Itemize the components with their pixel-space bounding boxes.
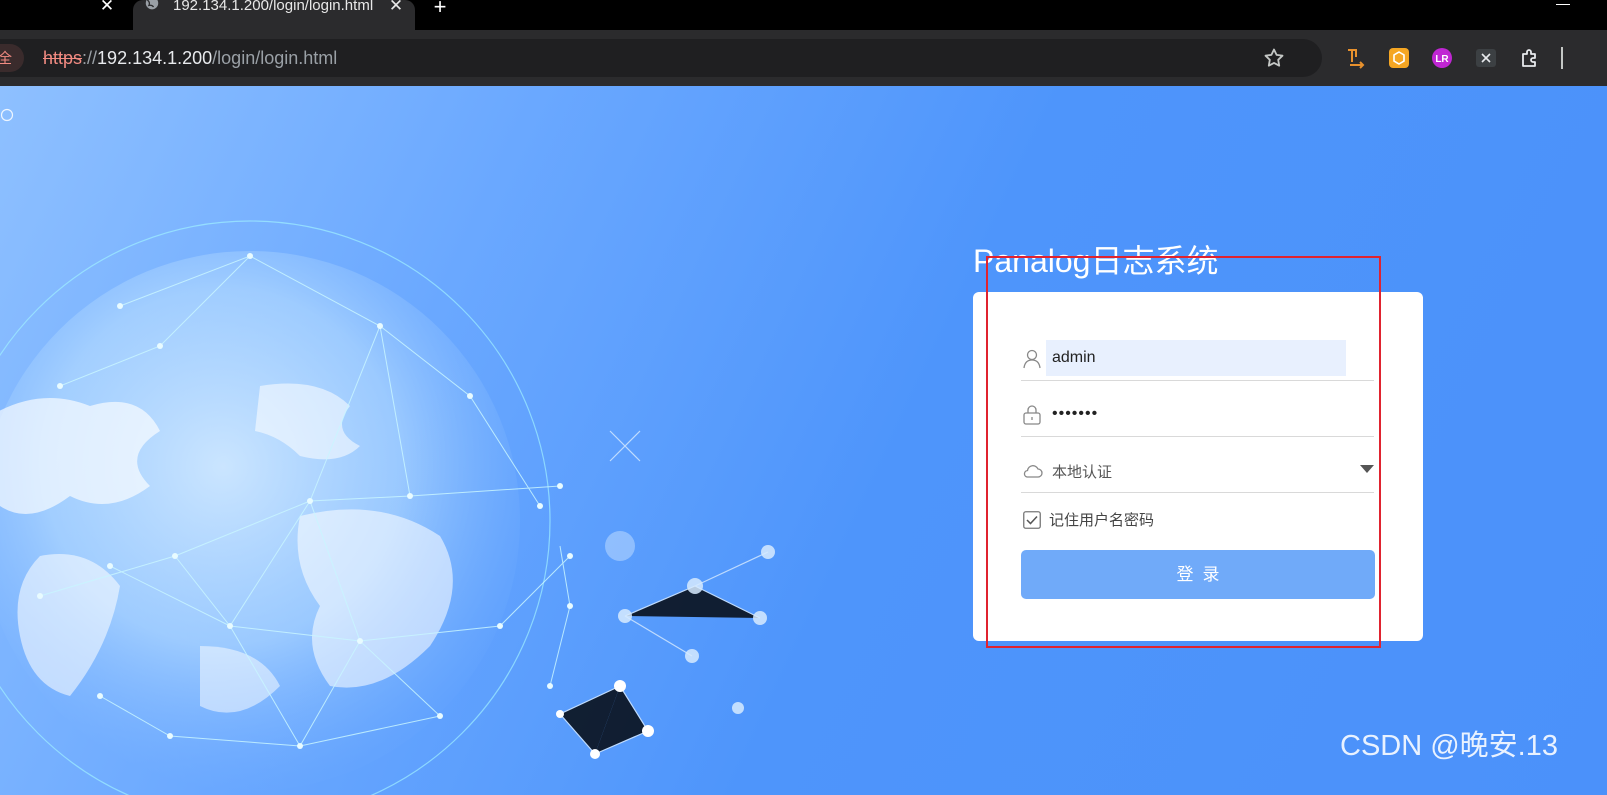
svg-text:LR: LR	[1435, 54, 1449, 65]
annotation-highlight-box	[986, 256, 1381, 648]
address-bar[interactable]: 安全 https://192.134.1.200/login/login.htm…	[0, 39, 1322, 77]
url-scheme: https	[43, 48, 83, 68]
previous-tab-close-icon[interactable]: ✕	[96, 0, 118, 22]
url-path: /login/login.html	[212, 48, 338, 68]
browser-toolbar: 安全 https://192.134.1.200/login/login.htm…	[0, 30, 1607, 86]
url-separator: ://	[82, 48, 98, 68]
security-chip[interactable]: 安全	[0, 44, 24, 72]
url-text[interactable]: https://192.134.1.200/login/login.html	[43, 47, 337, 69]
url-host: 192.134.1.200	[97, 48, 213, 68]
toolbar-divider	[1561, 47, 1563, 69]
tab-title: 192.134.1.200/login/login.html	[173, 0, 374, 14]
hexagon-extension-icon[interactable]	[1388, 47, 1410, 69]
tab-active[interactable]: 192.134.1.200/login/login.html ✕	[133, 0, 415, 30]
watermark: CSDN @晚安.13	[1340, 730, 1558, 762]
window-minimize-icon[interactable]	[1556, 4, 1570, 5]
star-icon[interactable]	[1262, 46, 1286, 70]
tab-strip: ✕ 192.134.1.200/login/login.html ✕ +	[0, 0, 1607, 30]
tab-close-icon[interactable]: ✕	[386, 0, 406, 15]
x-extension-icon[interactable]	[1475, 47, 1497, 69]
globe-icon	[145, 0, 159, 10]
lr-extension-icon[interactable]: LR	[1431, 47, 1453, 69]
new-tab-button[interactable]: +	[430, 0, 450, 19]
puzzle-extensions-icon[interactable]	[1519, 47, 1541, 69]
bookmark-arrow-extension-icon[interactable]	[1344, 47, 1366, 69]
globe-illustration	[0, 220, 775, 795]
